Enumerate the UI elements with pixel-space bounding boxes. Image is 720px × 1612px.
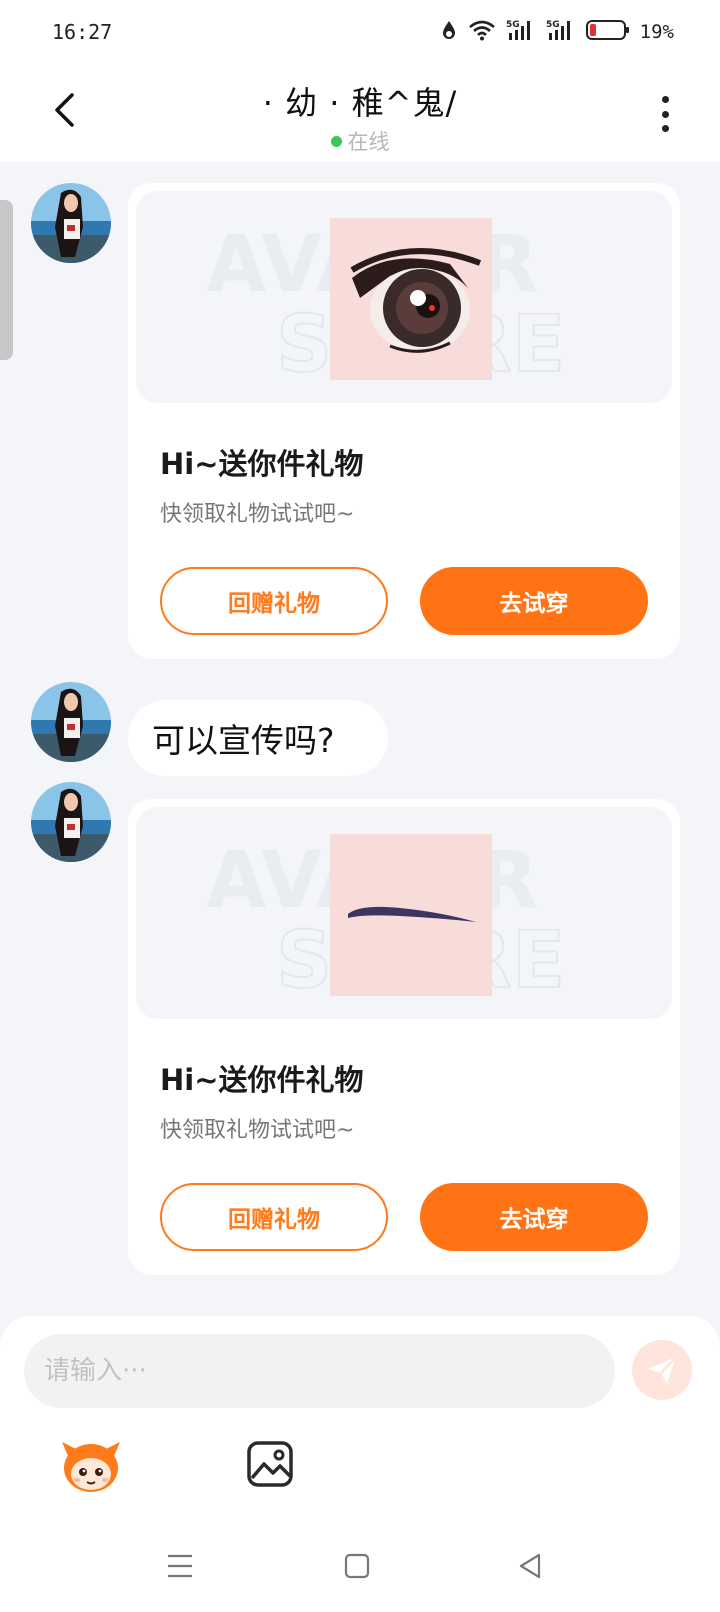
- status-bar: 16:27 5G 5G 19%: [0, 0, 720, 66]
- back-button[interactable]: [44, 88, 84, 132]
- more-options-button[interactable]: [650, 92, 680, 136]
- image-icon: [247, 1441, 293, 1487]
- mascot-emoji-icon: [62, 1442, 120, 1492]
- more-dot-icon: [661, 125, 669, 132]
- gift-title: Hi~送你件礼物: [160, 1063, 364, 1097]
- system-nav-bar: [0, 1530, 720, 1612]
- menu-icon: [168, 1554, 192, 1578]
- online-status: 在线: [330, 126, 390, 156]
- chevron-left-icon: [55, 93, 74, 127]
- home-nav-button[interactable]: [335, 1544, 379, 1588]
- gift-subtitle: 快领取礼物试试吧~: [160, 1118, 355, 1143]
- gift-card[interactable]: AVATAR STORE Hi~送你件礼物 快领取礼物试试吧~ 回赠礼物 去试穿: [128, 799, 680, 1275]
- gift-preview: AVATAR STORE: [136, 807, 672, 1019]
- eyebrow-sticker-icon: [348, 906, 476, 922]
- try-on-button[interactable]: 去试穿: [420, 567, 648, 635]
- side-drawer-handle[interactable]: [0, 200, 13, 360]
- battery-icon: [585, 19, 630, 45]
- svg-text:5G: 5G: [546, 20, 560, 30]
- triangle-back-icon: [519, 1553, 541, 1579]
- return-gift-button[interactable]: 回赠礼物: [160, 567, 388, 635]
- more-dot-icon: [661, 96, 669, 103]
- signal-5g-icon: 5G: [546, 18, 576, 46]
- gift-preview: AVATAR STORE: [136, 191, 672, 403]
- gift-thumbnail: [330, 834, 492, 996]
- eye-sticker-icon: [350, 248, 482, 353]
- gift-title: Hi~送你件礼物: [160, 447, 364, 481]
- avatar-photo-icon: [31, 782, 111, 862]
- status-icons: 5G 5G 19%: [440, 18, 674, 46]
- online-status-text: 在线: [347, 130, 390, 154]
- battery-percent: 19%: [639, 21, 674, 43]
- avatar[interactable]: [31, 183, 111, 263]
- avatar[interactable]: [31, 782, 111, 862]
- title-block: · 幼 · 稚^鬼/ 在线: [160, 78, 560, 156]
- wifi-icon: [468, 19, 496, 45]
- status-time: 16:27: [52, 20, 113, 44]
- signal-5g-icon: 5G: [506, 18, 536, 46]
- avatar-photo-icon: [31, 183, 111, 263]
- chat-header: · 幼 · 稚^鬼/ 在线: [0, 66, 720, 162]
- data-saver-icon: [440, 19, 458, 45]
- gift-thumbnail: [330, 218, 492, 380]
- message-bubble[interactable]: 可以宣传吗?: [128, 700, 388, 776]
- more-dot-icon: [661, 110, 669, 118]
- online-dot-icon: [330, 135, 342, 147]
- return-gift-button[interactable]: 回赠礼物: [160, 1183, 388, 1251]
- emoji-button[interactable]: [60, 1438, 122, 1494]
- chat-title: · 幼 · 稚^鬼/: [262, 84, 458, 122]
- menu-nav-button[interactable]: [158, 1544, 202, 1588]
- gift-subtitle: 快领取礼物试试吧~: [160, 502, 355, 527]
- message-input[interactable]: [24, 1334, 615, 1408]
- home-square-icon: [344, 1553, 370, 1579]
- avatar[interactable]: [31, 682, 111, 762]
- gift-card[interactable]: AVATAR STORE Hi~送你件礼物 快领取礼物试试吧~ 回赠礼物 去试穿: [128, 183, 680, 659]
- try-on-button[interactable]: 去试穿: [420, 1183, 648, 1251]
- send-icon: [648, 1356, 677, 1384]
- image-button[interactable]: [246, 1440, 294, 1488]
- svg-text:5G: 5G: [506, 20, 520, 30]
- avatar-photo-icon: [31, 682, 111, 762]
- send-button[interactable]: [632, 1340, 692, 1400]
- back-nav-button[interactable]: [508, 1544, 552, 1588]
